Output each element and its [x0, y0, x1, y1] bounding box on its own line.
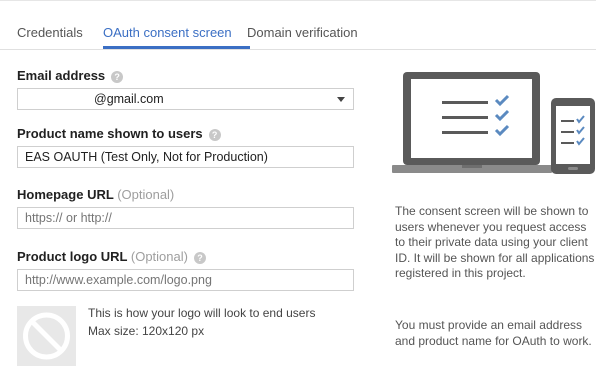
- email-select-value: @gmail.com: [94, 92, 164, 106]
- email-label: Email address?: [17, 68, 124, 83]
- product-name-label: Product name shown to users?: [17, 126, 221, 141]
- question-circle-icon[interactable]: ?: [208, 128, 221, 141]
- tab-oauth-consent-screen[interactable]: OAuth consent screen: [103, 25, 232, 40]
- product-name-label-text: Product name shown to users: [17, 126, 203, 141]
- logo-url-label-text: Product logo URL: [17, 249, 128, 264]
- homepage-url-optional: (Optional): [117, 187, 175, 202]
- chevron-down-icon: [337, 97, 345, 102]
- tab-credentials[interactable]: Credentials: [17, 25, 83, 40]
- logo-preview: [17, 306, 76, 366]
- no-image-icon: [23, 312, 70, 360]
- homepage-url-label: Homepage URL (Optional): [17, 187, 174, 202]
- logo-url-label: Product logo URL (Optional)?: [17, 249, 206, 264]
- tab-domain-verification[interactable]: Domain verification: [247, 25, 358, 40]
- logo-max-size: Max size: 120x120 px: [88, 324, 205, 338]
- consent-requirement-text: You must provide an email address and pr…: [395, 318, 592, 348]
- tab-bar: Credentials OAuth consent screen Domain …: [0, 0, 596, 50]
- logo-preview-note: This is how your logo will look to end u…: [88, 306, 316, 320]
- homepage-url-label-text: Homepage URL: [17, 187, 114, 202]
- logo-url-optional: (Optional): [130, 249, 188, 264]
- homepage-url-input[interactable]: https:// or http://: [17, 207, 354, 229]
- email-select[interactable]: @gmail.com: [17, 88, 354, 110]
- question-circle-icon[interactable]: ?: [111, 70, 124, 83]
- laptop-phone-checklist-illustration: [392, 72, 595, 174]
- question-circle-icon[interactable]: ?: [193, 251, 206, 264]
- product-name-input[interactable]: EAS OAUTH (Test Only, Not for Production…: [17, 146, 354, 168]
- logo-url-input[interactable]: http://www.example.com/logo.png: [17, 269, 354, 291]
- tabs-divider: [0, 49, 596, 50]
- consent-info-text: The consent screen will be shown to user…: [395, 204, 595, 280]
- email-label-text: Email address: [17, 68, 106, 83]
